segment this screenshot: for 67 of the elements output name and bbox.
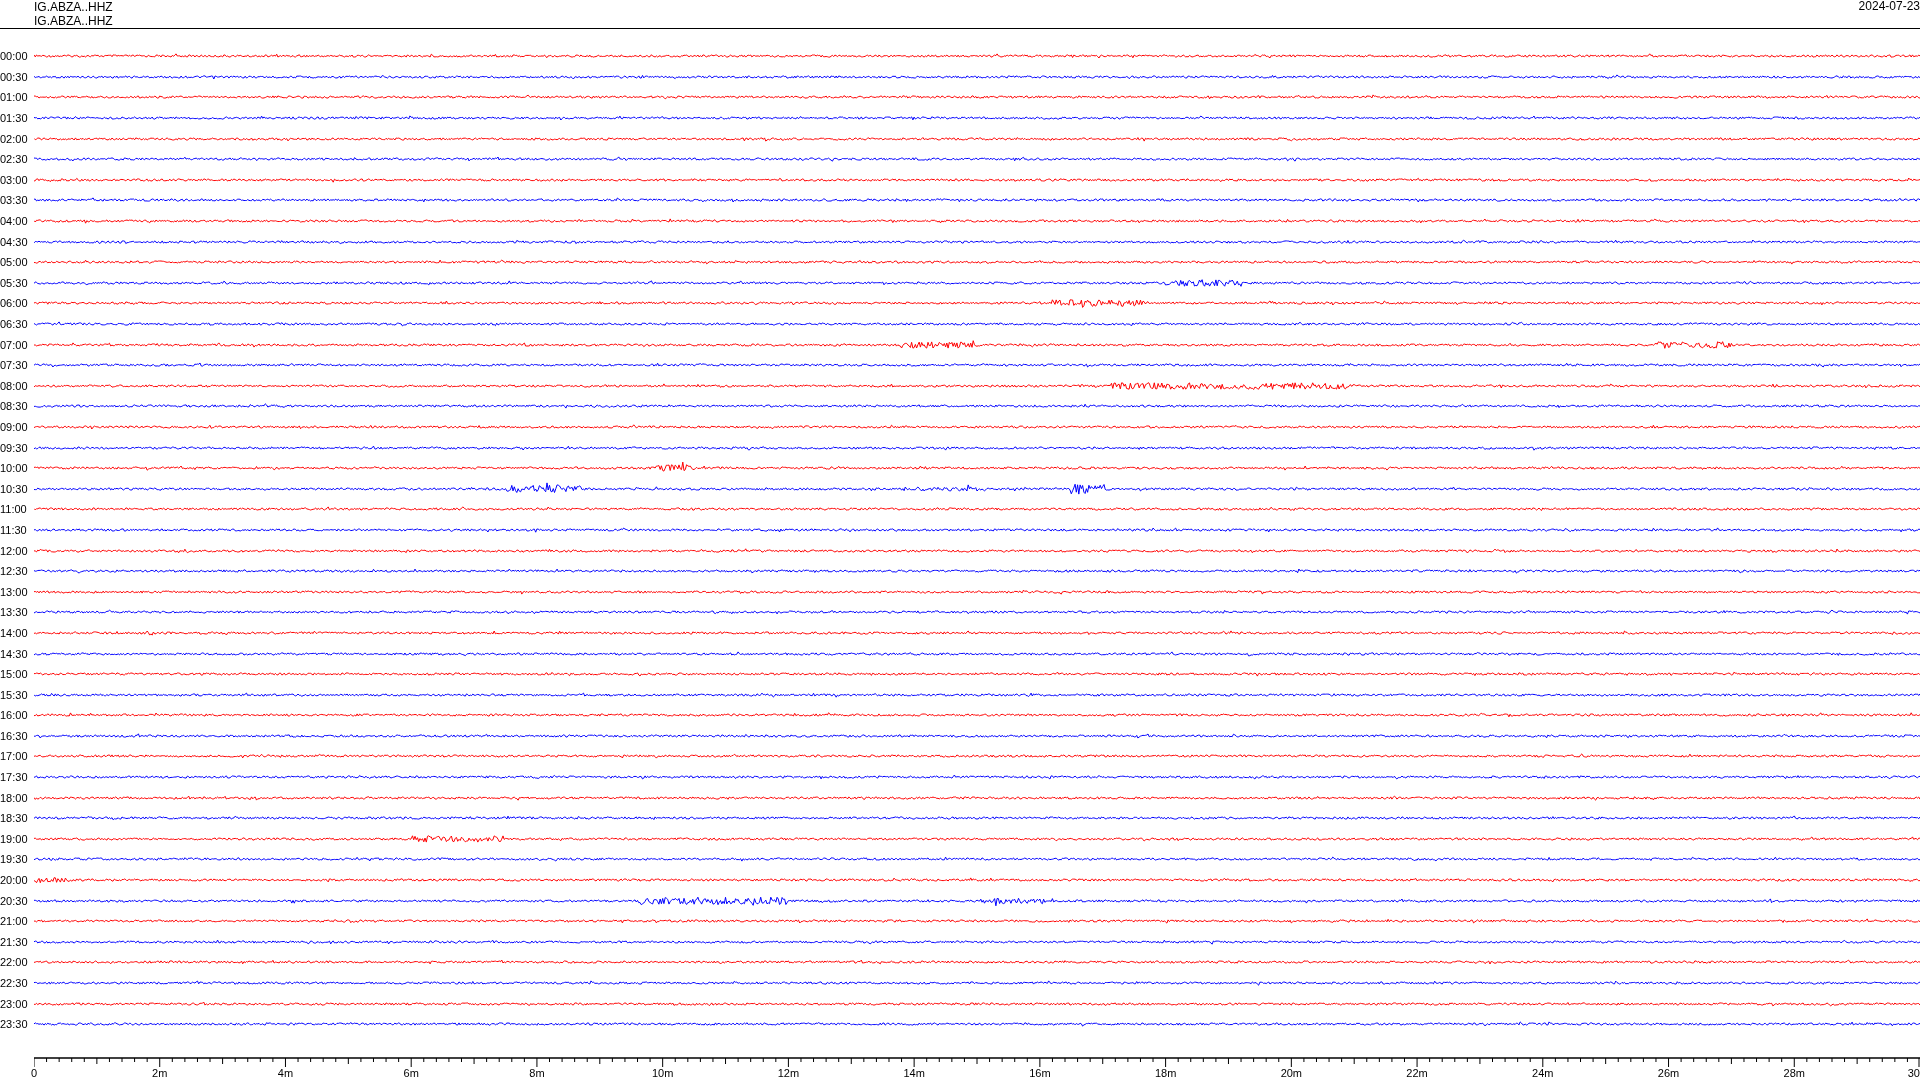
time-label: 15:30	[0, 688, 29, 701]
time-label: 14:30	[0, 647, 29, 660]
time-label: 22:00	[0, 956, 29, 969]
axis-tick-label: 8m	[529, 1066, 545, 1079]
time-label: 19:30	[0, 853, 29, 866]
time-label: 23:30	[0, 1018, 29, 1031]
time-label: 06:00	[0, 297, 29, 310]
time-label: 19:00	[0, 832, 29, 845]
time-label: 20:00	[0, 874, 29, 887]
time-label: 21:30	[0, 935, 29, 948]
time-label: 01:30	[0, 112, 29, 125]
axis-tick-label: 30	[1907, 1066, 1920, 1079]
axis-tick-label: 0	[31, 1066, 38, 1079]
time-label: 12:30	[0, 565, 29, 578]
time-label: 21:00	[0, 915, 29, 928]
time-label: 16:30	[0, 729, 29, 742]
time-label: 05:30	[0, 276, 29, 289]
time-label: 03:00	[0, 173, 29, 186]
time-label: 14:00	[0, 626, 29, 639]
station-label: IG.ABZA..HHZ	[34, 14, 113, 28]
time-label: 02:30	[0, 153, 29, 166]
axis-tick-label: 14m	[903, 1066, 925, 1079]
time-label: 04:30	[0, 235, 29, 248]
axis-tick-label: 2m	[152, 1066, 168, 1079]
station-label: IG.ABZA..HHZ	[34, 0, 113, 14]
time-label: 00:00	[0, 50, 29, 63]
time-label: 17:00	[0, 750, 29, 763]
time-label: 22:30	[0, 977, 29, 989]
time-label: 08:30	[0, 400, 29, 413]
date-label: 2024-07-23	[1858, 0, 1920, 12]
axis-tick-label: 16m	[1029, 1066, 1051, 1079]
time-label: 18:00	[0, 791, 29, 804]
time-label: 02:00	[0, 132, 29, 145]
time-label: 11:30	[0, 523, 28, 536]
time-label: 01:00	[0, 91, 29, 104]
axis-tick-label: 18m	[1154, 1066, 1177, 1079]
axis-tick-label: 26m	[1657, 1066, 1680, 1079]
time-label: 05:00	[0, 256, 29, 269]
time-label: 12:00	[0, 544, 29, 557]
time-label: 04:00	[0, 215, 29, 228]
time-label: 10:00	[0, 462, 29, 475]
axis-tick-label: 28m	[1783, 1066, 1805, 1079]
time-label: 18:30	[0, 812, 29, 825]
axis-tick-label: 6m	[403, 1066, 419, 1079]
time-label: 13:00	[0, 585, 29, 598]
time-label: 07:00	[0, 338, 29, 351]
time-label: 07:30	[0, 359, 29, 372]
time-label: 08:00	[0, 379, 29, 392]
axis-tick-label: 22m	[1406, 1066, 1428, 1079]
time-label: 09:00	[0, 421, 29, 433]
time-label: 11:00	[0, 503, 28, 516]
time-label: 20:30	[0, 894, 29, 907]
time-label: 06:30	[0, 318, 29, 330]
axis-tick-label: 20m	[1280, 1066, 1303, 1079]
axis-tick-label: 10m	[651, 1066, 674, 1079]
time-label: 16:00	[0, 709, 29, 722]
time-label: 23:00	[0, 997, 29, 1010]
time-label: 00:30	[0, 70, 29, 83]
time-label: 17:30	[0, 771, 29, 784]
axis-tick-label: 24m	[1532, 1066, 1554, 1079]
time-label: 03:30	[0, 194, 29, 207]
time-label: 15:00	[0, 668, 29, 681]
time-label: 09:30	[0, 441, 29, 454]
time-label: 13:30	[0, 606, 29, 619]
axis-tick-label: 12m	[777, 1066, 800, 1079]
time-label: 10:30	[0, 482, 29, 495]
axis-tick-label: 4m	[277, 1066, 294, 1079]
